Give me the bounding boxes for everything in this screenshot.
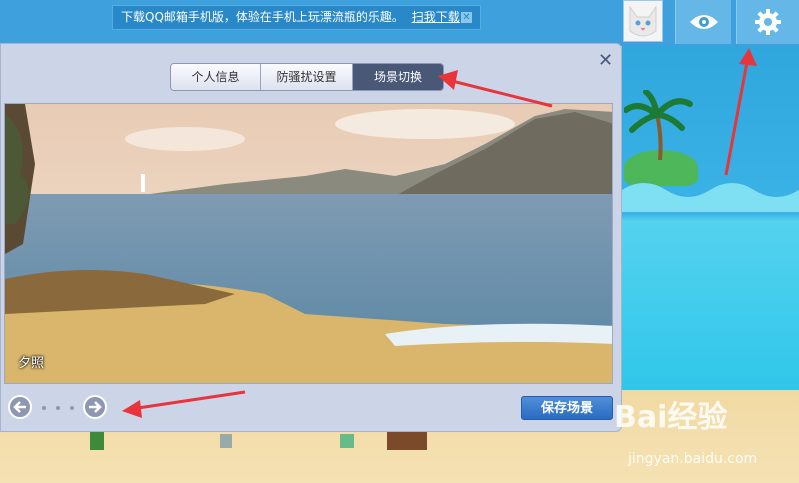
- avatar[interactable]: [623, 0, 663, 42]
- arrow-right-icon: [89, 401, 102, 413]
- cat-avatar-icon: [624, 1, 662, 41]
- pager-dot[interactable]: [42, 406, 46, 410]
- pager-dot[interactable]: [70, 406, 74, 410]
- scene-name-label: 夕照: [18, 356, 45, 371]
- bottom-toolbar: [90, 432, 427, 450]
- baidu-watermark: Bai经验: [614, 392, 727, 436]
- watermark-brand: Bai经验: [614, 400, 728, 435]
- tab-anti-harassment[interactable]: 防骚扰设置: [261, 64, 353, 90]
- banner-text: 下载QQ邮箱手机版，体验在手机上玩漂流瓶的乐趣。: [121, 10, 404, 24]
- watermark-url: jingyan.baidu.com: [628, 451, 758, 467]
- scene-image: [5, 104, 612, 383]
- tab-bar: 个人信息 防骚扰设置 场景切换: [170, 63, 444, 91]
- gear-icon: [755, 9, 781, 35]
- next-scene-button[interactable]: [83, 395, 107, 419]
- eye-icon: [689, 15, 718, 29]
- save-scene-button[interactable]: 保存场景: [521, 396, 613, 420]
- close-icon[interactable]: ✕: [598, 52, 613, 70]
- scan-download-link[interactable]: 扫我下载: [412, 10, 460, 24]
- arrow-left-icon: [13, 401, 26, 413]
- download-banner: 下载QQ邮箱手机版，体验在手机上玩漂流瓶的乐趣。 扫我下载 ✕: [112, 5, 481, 30]
- settings-button[interactable]: [736, 0, 799, 44]
- palm-tree-icon: [624, 90, 693, 160]
- tab-scene-switch[interactable]: 场景切换: [353, 64, 443, 90]
- view-button[interactable]: [675, 0, 731, 44]
- pager-dot[interactable]: [56, 406, 60, 410]
- wave: [622, 183, 799, 212]
- scene-preview: [4, 103, 613, 384]
- tab-personal-info[interactable]: 个人信息: [171, 64, 261, 90]
- banner-close-icon[interactable]: ✕: [461, 12, 472, 23]
- prev-scene-button[interactable]: [8, 395, 32, 419]
